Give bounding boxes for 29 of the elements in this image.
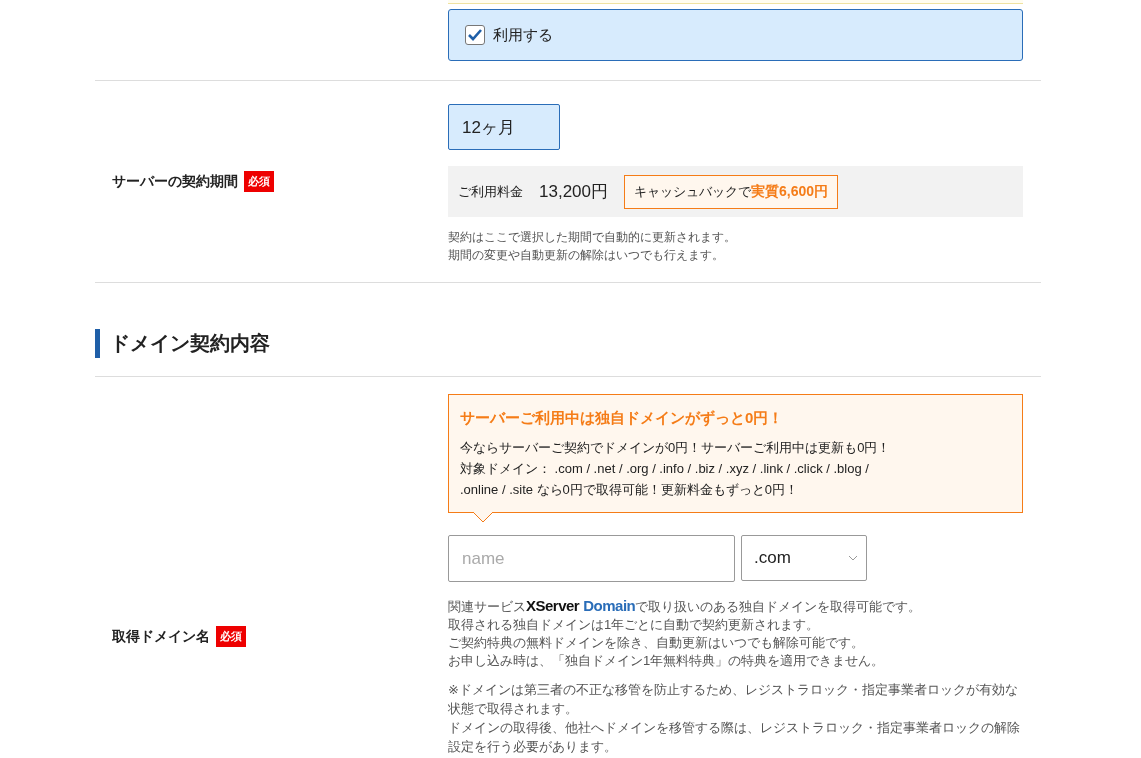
price-value: 13,200円 xyxy=(539,181,608,203)
promo-title: サーバーご利用中は独自ドメインがずっと0円！ xyxy=(460,408,785,428)
price-label: ご利用料金 xyxy=(458,182,523,201)
section-heading: ドメイン契約内容 xyxy=(95,329,1041,358)
tld-dropdown[interactable]: .com xyxy=(741,535,867,581)
required-badge: 必須 xyxy=(216,626,246,647)
required-badge: 必須 xyxy=(244,171,274,192)
note-text: ご契約特典の無料ドメインを除き、自動更新はいつでも解除可能です。 xyxy=(448,634,865,652)
domain-name-field[interactable]: name xyxy=(448,535,735,582)
note-text: 契約はここで選択した期間で自動的に更新されます。 xyxy=(448,229,737,246)
promo-text: 今ならサーバーご契約でドメインが0円！サーバーご利用中は更新も0円！ xyxy=(460,439,892,457)
field-label: サーバーの契約期間 xyxy=(112,172,238,191)
note-text: 取得される独自ドメインは1年ごとに自動で契約更新されます。 xyxy=(448,616,821,634)
cashback-badge: キャッシュバックで実質6,600円 xyxy=(624,174,839,209)
chevron-down-icon xyxy=(848,555,858,561)
use-option-checkbox[interactable]: 利用する xyxy=(448,9,1023,61)
check-icon xyxy=(468,29,482,41)
note-text: ※ドメインは第三者の不正な移管を防止するため、レジストラロック・指定事業者ロックが有効な状態で取得されます。 xyxy=(448,681,1019,718)
promo-text: .online / .site なら0円で取得可能！更新料金もずっと0円！ xyxy=(460,481,800,499)
promo-text: 対象ドメイン： .com / .net / .org / .info / .biz / .xyz / .link / .click / .blog / xyxy=(460,460,870,478)
note-text: で取り扱いのある独自ドメインを取得可能です。 xyxy=(635,598,922,616)
note-text: 関連サービス xyxy=(448,598,526,616)
note-text: ドメインの取得後、他社へドメインを移管する際は、レジストラロック・指定事業者ロックの解除設定を行う必要があります。 xyxy=(448,719,1021,756)
field-label: 取得ドメイン名 xyxy=(112,627,210,646)
note-text: お申し込み時は、「独自ドメイン1年無料特典」の特典を適用できません。 xyxy=(448,652,886,670)
note-text: 期間の変更や自動更新の解除はいつでも行えます。 xyxy=(448,247,725,264)
checkbox[interactable] xyxy=(465,25,485,45)
term-selector[interactable]: 12ヶ月 xyxy=(448,104,560,150)
service-logo: XServer Domain xyxy=(526,597,636,614)
